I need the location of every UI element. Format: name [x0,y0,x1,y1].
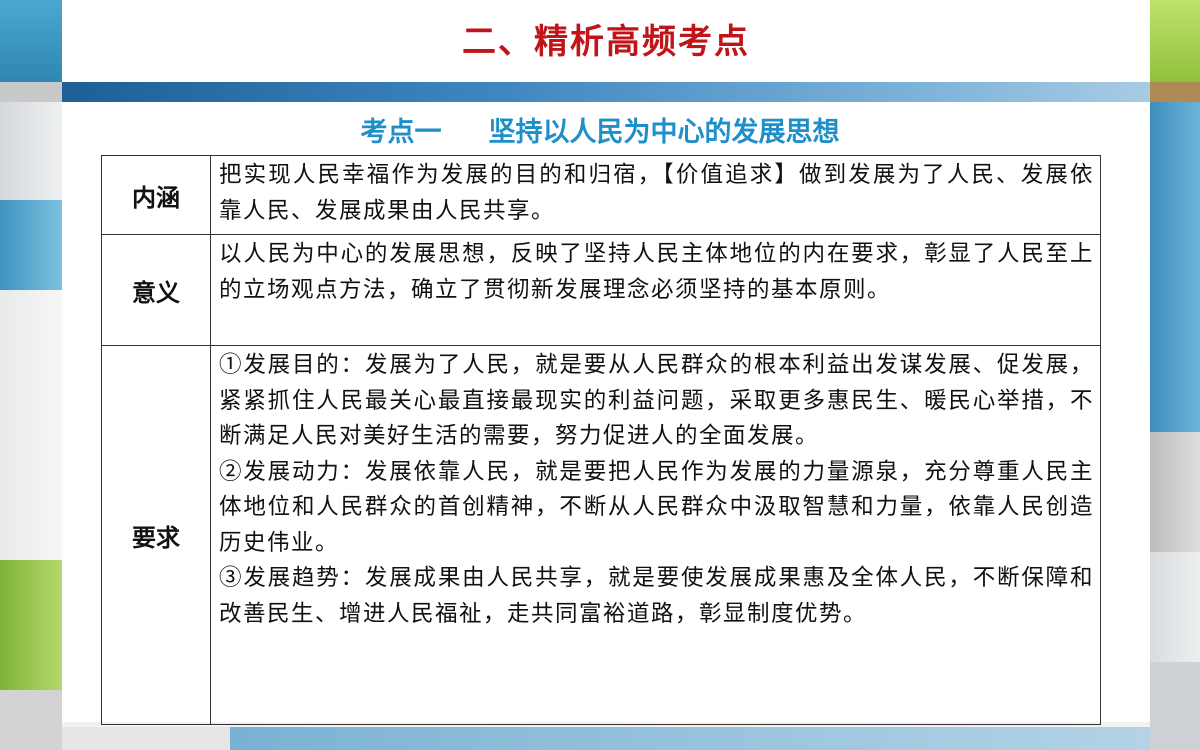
header-accent-bar [62,82,1150,102]
frame-block-left-3 [0,102,62,200]
row-header-significance: 意义 [101,234,211,346]
table-row: 意义 以人民为中心的发展思想，反映了坚持人民主体地位的内在要求，彰显了人民至上的… [101,234,1101,346]
frame-block-left-7 [0,690,62,750]
frame-block-top-right [1150,0,1200,82]
requirement-driving-force: ②发展动力：发展依靠人民，就是要把人民作为发展的力量源泉，充分尊重人民主体地位和… [219,458,1094,556]
footer-block-right [230,727,1150,750]
topic-heading: 考点一 坚持以人民为中心的发展思想 [360,117,840,148]
frame-block-left-2 [0,82,62,102]
frame-block-right-4 [1150,432,1200,552]
row-header-connotation: 内涵 [101,155,211,235]
frame-block-right-5 [1150,552,1200,662]
row-content-requirements: ①发展目的：发展为了人民，就是要从人民群众的根本利益出发谋发展、促发展，紧紧抓住… [210,345,1101,725]
row-content-significance: 以人民为中心的发展思想，反映了坚持人民主体地位的内在要求，彰显了人民至上的立场观… [210,234,1101,346]
frame-block-left-5 [0,290,62,560]
frame-block-right-3 [1150,102,1200,432]
frame-block-left-4 [0,200,62,290]
frame-block-right-2 [1150,82,1200,102]
row-content-connotation: 把实现人民幸福作为发展的目的和归宿，【价值追求】做到发展为了人民、发展依靠人民、… [210,155,1101,235]
frame-block-right-6 [1150,662,1200,750]
requirement-trend: ③发展趋势：发展成果由人民共享，就是要使发展成果惠及全体人民，不断保障和改善民生… [219,565,1094,627]
row-header-requirements: 要求 [101,345,211,725]
table-row: 内涵 把实现人民幸福作为发展的目的和归宿，【价值追求】做到发展为了人民、发展依靠… [101,155,1101,235]
content-table: 内涵 把实现人民幸福作为发展的目的和归宿，【价值追求】做到发展为了人民、发展依靠… [101,155,1101,725]
table-row: 要求 ①发展目的：发展为了人民，就是要从人民群众的根本利益出发谋发展、促发展，紧… [101,345,1101,725]
requirement-purpose: ①发展目的：发展为了人民，就是要从人民群众的根本利益出发谋发展、促发展，紧紧抓住… [219,352,1094,449]
footer-block-left [62,727,230,750]
frame-block-top-left [0,0,62,82]
slide-title: 二、精析高频考点 [462,22,750,62]
frame-block-left-6 [0,560,62,690]
